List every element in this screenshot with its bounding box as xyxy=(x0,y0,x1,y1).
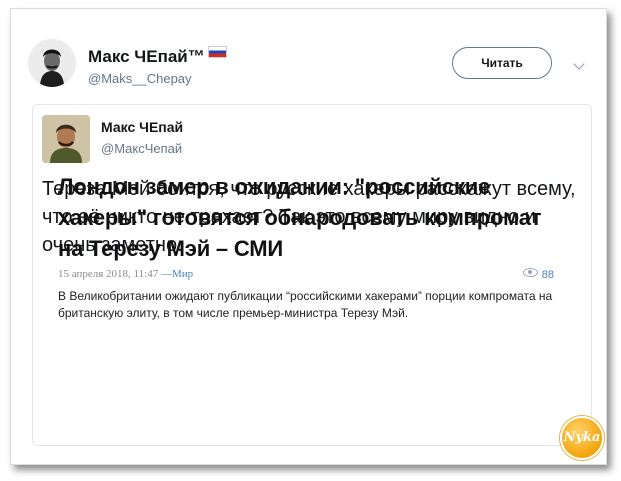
chevron-down-icon[interactable] xyxy=(573,58,585,70)
watermark-text: Nyka xyxy=(563,430,601,445)
author-name[interactable]: Макс ЧЕпай™ xyxy=(88,46,227,67)
article-date: 15 апреля 2018, 11:47 xyxy=(58,268,159,280)
quoted-author-avatar xyxy=(42,115,90,163)
author-handle[interactable]: @Maks__Chepay xyxy=(88,71,192,86)
author-name-text: Макс ЧЕпай™ xyxy=(88,47,205,66)
article-category: —Мир xyxy=(160,268,194,280)
article-meta: 15 апреля 2018, 11:47 —Мир 88 xyxy=(58,268,558,286)
article-headline: Лондон замер в ожидании: "российские хак… xyxy=(58,174,542,261)
russia-flag-icon xyxy=(207,46,227,58)
article-views-count: 88 xyxy=(541,269,554,281)
tweet-card: Макс ЧЕпай™ @Maks__Chepay Читать Макс ЧЕ… xyxy=(10,8,607,465)
article-lead: В Великобритании ожидают публикации “рос… xyxy=(58,289,553,320)
author-avatar[interactable] xyxy=(28,39,76,87)
quoted-author-name: Макс ЧЕпай xyxy=(101,119,184,135)
quoted-author-handle: @МаксЧепай xyxy=(101,141,183,156)
article-screenshot: Лондон замер в ожидании: "российские хак… xyxy=(58,171,558,322)
follow-button[interactable]: Читать xyxy=(452,47,552,79)
watermark-logo: Nyka xyxy=(560,416,604,460)
article-views: 88 xyxy=(522,268,554,281)
eye-icon xyxy=(522,268,538,277)
